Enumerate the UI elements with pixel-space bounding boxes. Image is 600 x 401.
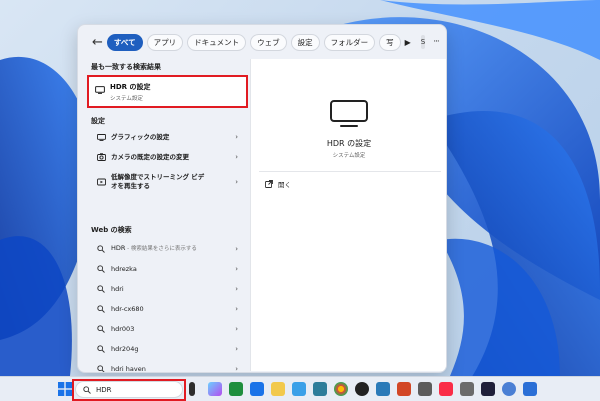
task-view-icon[interactable] [189,382,195,396]
chevron-right-icon: › [235,178,238,186]
search-icon [96,345,106,353]
chrome-icon[interactable] [334,382,348,396]
web-result-label: hdri haven [111,364,146,373]
chevron-right-icon: › [235,285,238,293]
filter-chip-all[interactable]: すべて [106,33,143,51]
more-filters-arrow-icon[interactable]: ▶ [405,38,411,47]
app-icon[interactable] [523,382,537,396]
web-result-item[interactable]: hdrezka › [88,259,248,279]
settings-item-label: カメラの既定の設定の変更 [111,152,189,161]
music-icon[interactable] [439,382,453,396]
web-result-item[interactable]: hdr-cx680 › [88,299,248,319]
filter-chip-apps[interactable]: アプリ [146,33,184,51]
search-filter-bar: ← すべて アプリ ドキュメント ウェブ 設定 フォルダー 写 ▶ S ··· [78,25,446,59]
settings-item-label-line2: オを再生する [111,182,150,190]
account-avatar[interactable]: S [420,35,426,49]
monitor-icon [330,100,368,127]
back-arrow-icon[interactable]: ← [92,33,103,51]
web-result-item[interactable]: HDR - 検索結果をさらに表示する › [88,239,248,259]
settings-item-label: グラフィックの設定 [111,132,170,141]
search-icon [96,285,106,293]
terminal-icon[interactable] [481,382,495,396]
filter-chip-photos[interactable]: 写 [379,33,401,51]
chevron-right-icon: › [235,305,238,313]
chevron-right-icon: › [235,345,238,353]
settings-gear-icon[interactable] [502,382,516,396]
file-explorer-icon[interactable] [271,382,285,396]
filter-chip-web[interactable]: ウェブ [250,33,287,51]
app-icon[interactable] [376,382,390,396]
chevron-right-icon: › [235,325,238,333]
copilot-app-icon[interactable] [208,382,222,396]
taskbar-search-highlight [72,379,186,401]
web-result-label: hdri [111,284,124,293]
powerpoint-icon[interactable] [397,382,411,396]
web-result-item[interactable]: hdri haven › [88,359,248,373]
web-result-item[interactable]: hdri › [88,279,248,299]
divider [259,171,441,172]
settings-item-camera[interactable]: カメラの既定の設定の変更 › [88,147,248,167]
settings-item-graphics[interactable]: グラフィックの設定 › [88,127,248,147]
filter-chip-documents[interactable]: ドキュメント [187,33,247,51]
web-search-header: Web の検索 [91,226,132,234]
search-icon [96,305,106,313]
web-result-label: HDR [111,244,126,252]
web-result-item[interactable]: hdr204g › [88,339,248,359]
app-icon[interactable] [460,382,474,396]
photos-icon[interactable] [292,382,306,396]
open-label: 開く [278,181,291,189]
web-result-label: hdr003 [111,324,135,333]
web-result-suffix: - 検索結果をさらに表示する [125,246,197,252]
settings-item-label-line1: 低解像度でストリーミング ビデ [111,173,205,181]
monitor-icon [96,133,106,141]
best-match-header: 最も一致する検索結果 [91,63,161,71]
web-result-label: hdr204g [111,344,139,353]
detail-subtitle: システム設定 [332,153,366,159]
web-result-item[interactable]: hdr003 › [88,319,248,339]
open-external-icon [265,180,273,188]
filter-chip-settings[interactable]: 設定 [290,33,320,51]
filter-chip-folders[interactable]: フォルダー [323,33,376,51]
web-result-label: hdrezka [111,264,137,273]
result-detail-pane: HDR の設定 システム設定 開く [250,59,446,371]
search-icon [96,325,106,333]
app-icon[interactable] [418,382,432,396]
search-icon [96,245,106,253]
web-result-label: hdr-cx680 [111,304,144,313]
store-icon[interactable] [229,382,243,396]
open-action[interactable]: 開く [265,179,291,189]
chevron-right-icon: › [235,365,238,373]
chevron-right-icon: › [235,133,238,141]
search-icon [96,365,106,372]
detail-title: HDR の設定 [326,139,372,148]
more-options-icon[interactable]: ··· [433,37,440,47]
notepad-icon[interactable] [313,382,327,396]
best-match-highlight [87,75,248,108]
chevron-right-icon: › [235,265,238,273]
taskbar: HDR [0,376,600,401]
chevron-right-icon: › [235,245,238,253]
obs-icon[interactable] [355,382,369,396]
settings-item-label: 低解像度でストリーミング ビデ オを再生する [111,173,204,191]
windows-start-icon[interactable] [58,382,72,396]
calendar-icon[interactable] [250,382,264,396]
search-icon [96,265,106,273]
camera-icon [96,153,106,161]
chevron-right-icon: › [235,153,238,161]
search-flyout: ← すべて アプリ ドキュメント ウェブ 設定 フォルダー 写 ▶ S ··· … [77,24,447,373]
search-results-list: 最も一致する検索結果 HDR の設定 システム設定 設定 グラフィックの設定 ›… [84,59,248,373]
video-icon [96,178,106,186]
settings-header: 設定 [91,117,105,125]
settings-item-low-res-streaming[interactable]: 低解像度でストリーミング ビデ オを再生する › [88,169,248,195]
